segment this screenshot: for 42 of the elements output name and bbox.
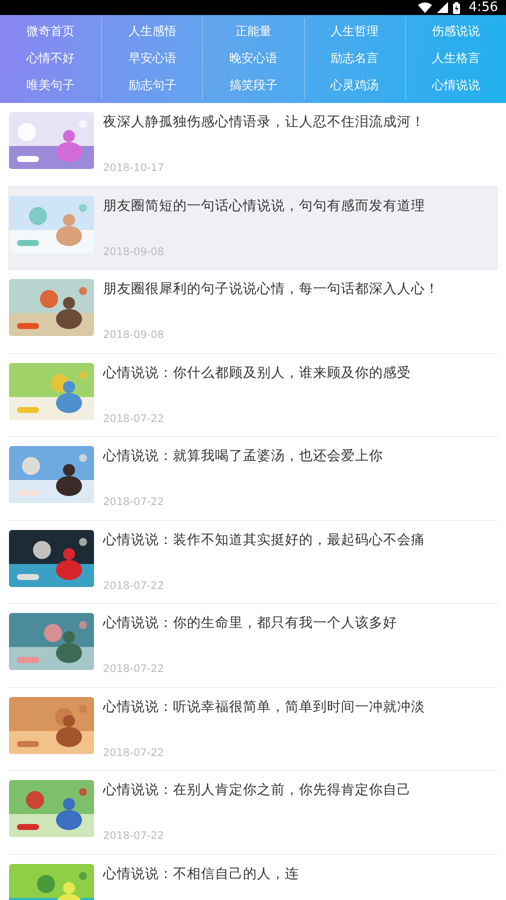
article-title: 心情说说：在别人肯定你之前，你先得肯定你自己 [103,781,411,799]
article-date: 2018-07-22 [103,496,166,508]
article-title: 心情说说：装作不知道其实挺好的，最起码心不会痛 [103,530,425,548]
article-title: 心情说说：就算我喝了孟婆汤，也还会爱上你 [103,447,383,465]
category-link[interactable]: 微奇首页 [0,18,102,45]
category-link[interactable]: 搞笑段子 [202,72,304,99]
article-title: 心情说说：不相信自己的人，连 [103,864,299,882]
category-link[interactable]: 心灵鸡汤 [304,72,405,99]
article-date: 2018-07-22 [103,580,166,592]
article-item[interactable]: 朋友圈简短的一句话心情说说，句句有感而发有道理 2018-09-08 [8,186,498,270]
article-title: 朋友圈简短的一句话心情说说，句句有感而发有道理 [103,196,425,214]
article-item[interactable]: 心情说说：装作不知道其实挺好的，最起码心不会痛 2018-07-22 [8,520,498,604]
article-title: 朋友圈很犀利的句子说说心情，每一句话都深入人心！ [103,280,439,298]
category-link[interactable]: 晚安心语 [202,45,304,72]
article-item[interactable]: 心情说说：听说幸福很简单，简单到时间一冲就冲淡 2018-07-22 [8,688,498,771]
article-date: 2018-09-08 [103,329,166,341]
clock-time: 4:56 [468,0,498,15]
category-link[interactable]: 人生感悟 [101,18,202,45]
category-link[interactable]: 伤感说说 [404,18,506,45]
category-link[interactable]: 人生格言 [404,45,506,72]
category-link[interactable]: 人生哲理 [304,18,405,45]
article-title: 心情说说：你什么都顾及别人，谁来顾及你的感受 [103,364,411,382]
article-item[interactable]: 心情说说：不相信自己的人，连 [8,854,498,900]
article-title: 夜深人静孤独伤感心情语录，让人忍不住泪流成河！ [103,113,425,131]
article-date: 2018-07-22 [103,663,166,675]
signal-icon [436,2,448,13]
category-link[interactable]: 心情说说 [404,72,506,99]
article-date: 2018-07-22 [103,412,166,424]
article-title: 心情说说：你的生命里，都只有我一个人该多好 [103,614,397,632]
category-link[interactable]: 励志名言 [304,45,405,72]
category-link[interactable]: 心情不好 [0,45,102,72]
wifi-icon [418,2,432,13]
article-title: 心情说说：听说幸福很简单，简单到时间一冲就冲淡 [103,698,425,716]
article-item[interactable]: 心情说说：你什么都顾及别人，谁来顾及你的感受 2018-07-22 [8,354,498,437]
article-date: 2018-10-17 [103,162,166,174]
article-date: 2018-09-08 [103,246,166,258]
category-link[interactable]: 励志句子 [101,72,202,99]
category-link[interactable]: 唯美句子 [0,72,102,99]
article-date: 2018-07-22 [103,830,166,842]
category-link[interactable]: 早安心语 [101,45,202,72]
article-date: 2018-07-22 [103,746,166,758]
category-link[interactable]: 正能量 [202,18,304,45]
